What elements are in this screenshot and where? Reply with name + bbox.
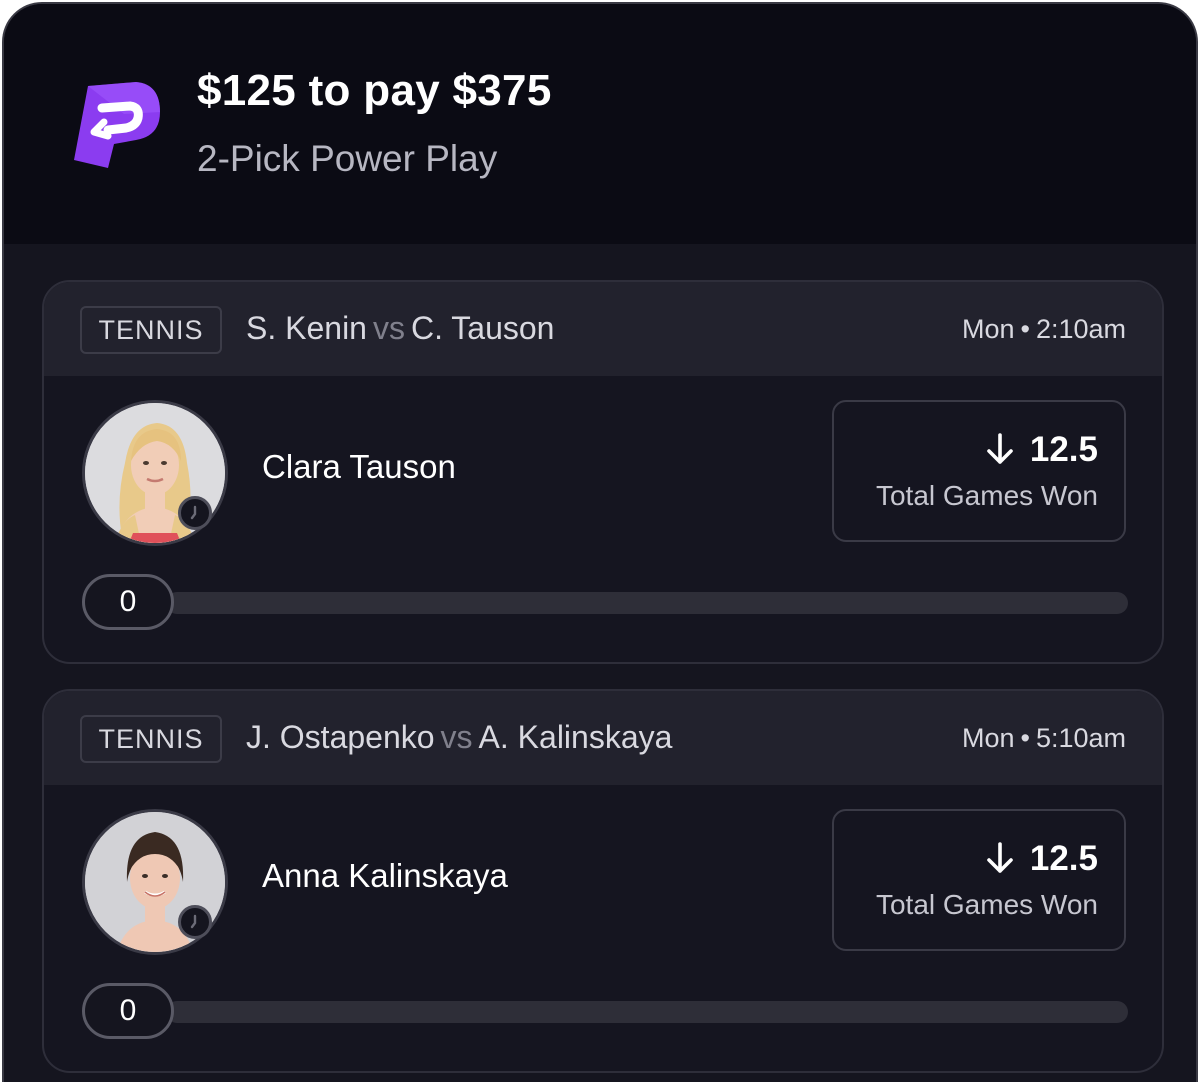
projection-box[interactable]: 12.5 Total Games Won [832, 809, 1126, 951]
arrow-down-icon [987, 432, 1013, 464]
game-clock: 5:10am [1035, 723, 1126, 753]
prizepicks-logo-icon [74, 82, 160, 168]
game-time: Mon • 2:10am [962, 314, 1126, 345]
player-avatar [82, 809, 228, 955]
vs-label: vs [372, 310, 405, 346]
progress-value: 0 [82, 574, 174, 630]
pick-card-header: TENNIS S. Kenin vs C. Tauson Mon • 2:10am [44, 282, 1162, 376]
player-name: Anna Kalinskaya [262, 857, 508, 894]
pick-card[interactable]: TENNIS S. Kenin vs C. Tauson Mon • 2:10am [42, 280, 1164, 664]
arrow-down-icon [987, 841, 1013, 873]
game-day: Mon [961, 314, 1015, 344]
player-name: Clara Tauson [262, 448, 456, 485]
progress-track [166, 592, 1128, 614]
entry-subtitle: 2-Pick Power Play [197, 138, 498, 179]
time-separator: • [1020, 314, 1030, 344]
sport-badge: TENNIS [80, 715, 222, 763]
game-clock: 2:10am [1035, 314, 1126, 344]
app-frame: $125 to pay $375 2-Pick Power Play TENNI… [0, 0, 1200, 1082]
time-separator: • [1020, 723, 1030, 753]
matchup: S. Kenin vs C. Tauson [246, 310, 554, 347]
entry-title: $125 to pay $375 [197, 66, 552, 115]
entry-header: $125 to pay $375 2-Pick Power Play [4, 4, 1196, 244]
stat-type: Total Games Won [875, 889, 1098, 920]
progress-track [166, 1001, 1128, 1023]
projection-box[interactable]: 12.5 Total Games Won [832, 400, 1126, 542]
team-b-name: A. Kalinskaya [478, 719, 673, 755]
entry-screen: $125 to pay $375 2-Pick Power Play TENNI… [2, 2, 1198, 1082]
player-avatar [82, 400, 228, 546]
vs-label: vs [440, 719, 473, 755]
pick-card[interactable]: TENNIS J. Ostapenko vs A. Kalinskaya Mon • 5… [42, 689, 1164, 1073]
matchup: J. Ostapenko vs A. Kalinskaya [246, 719, 672, 756]
game-time: Mon • 5:10am [962, 723, 1126, 754]
pick-card-header: TENNIS J. Ostapenko vs A. Kalinskaya Mon • 5… [44, 691, 1162, 785]
team-a-name: J. Ostapenko [246, 719, 435, 755]
line-value: 12.5 [1029, 430, 1098, 469]
clock-icon [178, 905, 212, 939]
team-b-name: C. Tauson [410, 310, 555, 346]
sport-badge: TENNIS [80, 306, 222, 354]
clock-icon [178, 496, 212, 530]
game-day: Mon [961, 723, 1015, 753]
projection-line: 12.5 [984, 839, 1098, 879]
progress-value: 0 [82, 983, 174, 1039]
projection-line: 12.5 [984, 430, 1098, 470]
team-a-name: S. Kenin [246, 310, 367, 346]
stat-type: Total Games Won [875, 480, 1098, 511]
line-value: 12.5 [1029, 839, 1098, 878]
